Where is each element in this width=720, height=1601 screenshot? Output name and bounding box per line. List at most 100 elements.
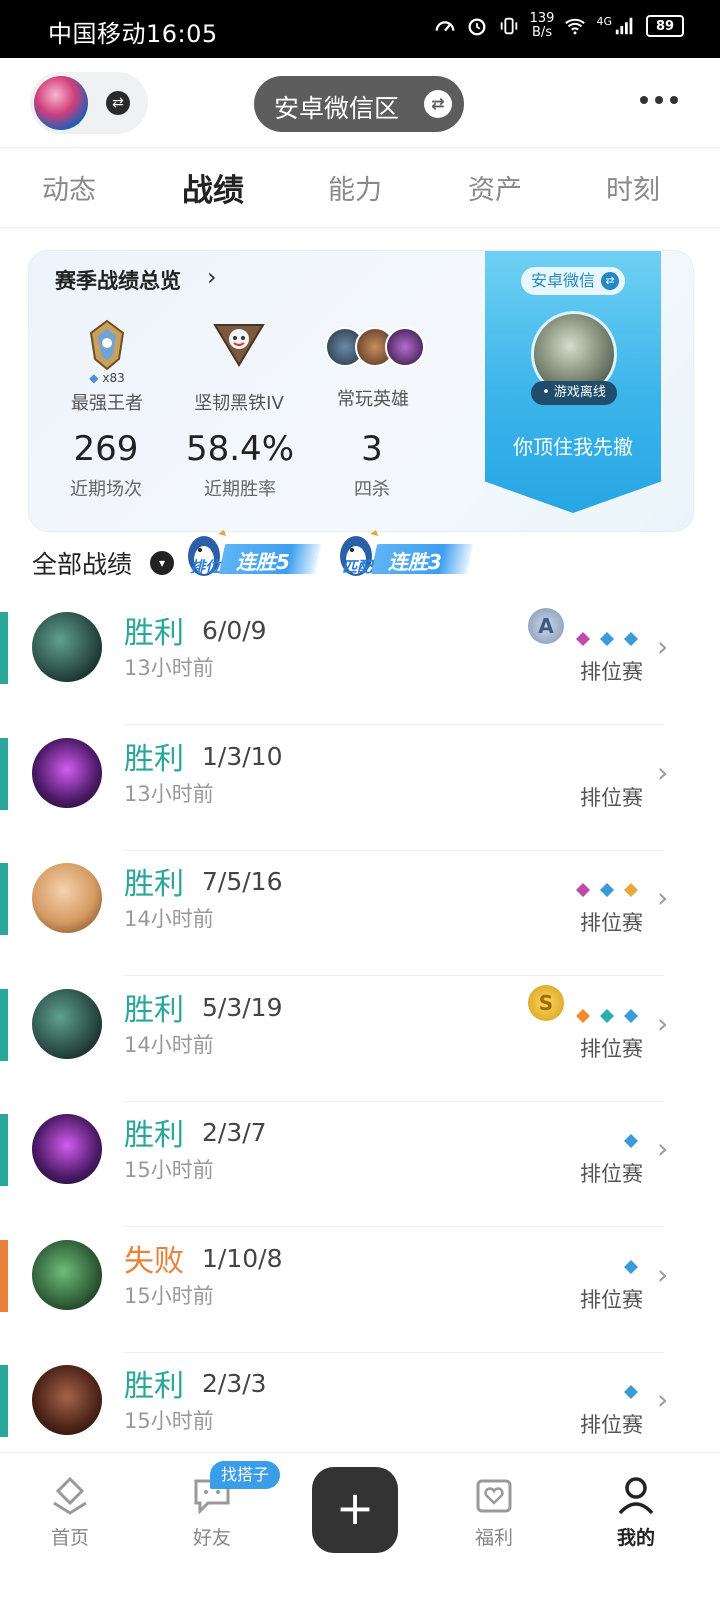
season-overview-card[interactable]: 赛季战绩总览 › ◆ x83 最强王者 坚韧黑铁IV 常玩英雄 269 近期场次 bbox=[28, 250, 694, 532]
match-tag-icons bbox=[622, 1132, 640, 1150]
match-tag-icons bbox=[622, 1258, 640, 1276]
rank-label: 坚韧黑铁IV bbox=[194, 393, 284, 414]
match-kda: 7/5/16 bbox=[202, 867, 283, 896]
match-tag-icons bbox=[574, 1007, 640, 1025]
speedometer-icon bbox=[435, 21, 455, 32]
more-dots-icon[interactable] bbox=[640, 88, 688, 112]
chevron-right-icon[interactable]: › bbox=[657, 756, 668, 789]
tab-assets[interactable]: 资产 bbox=[468, 168, 522, 207]
net-speed: 139 B/s bbox=[529, 11, 555, 40]
tab-ability[interactable]: 能力 bbox=[328, 168, 382, 207]
account-switcher[interactable]: ⇄ bbox=[30, 72, 148, 134]
match-tag-icon bbox=[600, 632, 614, 646]
rank-iron: 坚韧黑铁IV bbox=[179, 319, 299, 415]
match-row[interactable]: 胜利 2/3/7 15小时前 排位赛 › bbox=[0, 1102, 720, 1227]
nav-home[interactable]: 首页 bbox=[30, 1473, 110, 1550]
hero-avatar bbox=[32, 988, 102, 1059]
chevron-right-icon[interactable]: › bbox=[657, 630, 668, 663]
server-selector[interactable]: 安卓微信区 ⇄ bbox=[254, 76, 464, 132]
match-mode: 排位赛 bbox=[580, 1162, 643, 1186]
result-indicator bbox=[0, 737, 8, 810]
ranked-streak-badge: 排位 连胜5 bbox=[184, 528, 324, 578]
status-badge: • 游戏离线 bbox=[531, 381, 617, 405]
battery-icon: 89 bbox=[646, 15, 684, 37]
match-kda: 6/0/9 bbox=[202, 616, 267, 645]
chevron-right-icon[interactable]: › bbox=[657, 881, 668, 914]
result-indicator bbox=[0, 1114, 8, 1186]
chevron-right-icon[interactable]: › bbox=[657, 1007, 668, 1040]
home-icon bbox=[53, 1476, 87, 1515]
chevron-right-icon[interactable]: › bbox=[657, 1132, 668, 1165]
chevron-down-icon[interactable]: ▾ bbox=[150, 551, 174, 575]
swap-icon: ⇄ bbox=[601, 272, 619, 290]
stat-games: 269 近期场次 bbox=[70, 429, 142, 500]
match-row[interactable]: 胜利 1/3/10 13小时前 排位赛 › bbox=[0, 726, 720, 851]
match-tag-icon bbox=[576, 1008, 590, 1023]
avatar[interactable] bbox=[34, 76, 88, 130]
match-tag-icons bbox=[574, 881, 640, 899]
mvp-medal-icon: S bbox=[528, 984, 564, 1021]
player-banner[interactable]: 安卓微信 ⇄ • 游戏离线 你顶住我先撤 bbox=[485, 251, 661, 513]
rank-challenger: ◆ x83 最强王者 bbox=[47, 319, 167, 415]
chevron-right-icon[interactable]: › bbox=[207, 263, 217, 291]
tab-dynamic[interactable]: 动态 bbox=[42, 168, 96, 207]
match-tag-icon bbox=[624, 1385, 638, 1399]
match-row[interactable]: 胜利 7/5/16 14小时前 排位赛 › bbox=[0, 851, 720, 976]
find-partner-badge[interactable]: 找搭子 bbox=[210, 1461, 280, 1489]
match-time: 15小时前 bbox=[124, 1158, 214, 1182]
rank-sub: x83 bbox=[102, 371, 125, 385]
match-kda: 1/10/8 bbox=[202, 1243, 283, 1273]
match-tag-icon bbox=[624, 632, 638, 646]
match-tag-icon bbox=[624, 883, 638, 897]
swap-icon[interactable]: ⇄ bbox=[424, 90, 452, 118]
hero-avatar bbox=[32, 863, 102, 933]
swap-icon[interactable]: ⇄ bbox=[106, 91, 130, 115]
match-tag-icon bbox=[600, 883, 614, 897]
match-mode: 排位赛 bbox=[580, 660, 643, 684]
match-tag-icons bbox=[574, 630, 640, 648]
chevron-right-icon[interactable]: › bbox=[657, 1258, 668, 1291]
nav-me[interactable]: 我的 bbox=[596, 1473, 676, 1550]
wifi-icon bbox=[565, 18, 586, 35]
chevron-right-icon[interactable]: › bbox=[657, 1383, 668, 1416]
match-result: 胜利 bbox=[124, 741, 184, 777]
create-post-button[interactable]: + bbox=[312, 1467, 398, 1553]
match-kda: 2/3/3 bbox=[202, 1369, 267, 1398]
rank-label: 最强王者 bbox=[71, 393, 143, 414]
frequent-heroes[interactable]: 常玩英雄 bbox=[313, 319, 433, 411]
user-icon bbox=[618, 1477, 654, 1515]
signal-icon bbox=[615, 17, 633, 35]
match-time: 14小时前 bbox=[124, 907, 214, 931]
result-indicator bbox=[0, 1239, 8, 1312]
hero-avatar bbox=[32, 737, 102, 808]
all-records-filter[interactable]: 全部战绩 bbox=[32, 545, 132, 581]
mvp-medal-icon: A bbox=[528, 608, 564, 644]
hero-avatar bbox=[385, 327, 425, 367]
tab-moments[interactable]: 时刻 bbox=[606, 168, 660, 207]
stat-winrate: 58.4% 近期胜率 bbox=[185, 429, 294, 500]
season-title[interactable]: 赛季战绩总览 bbox=[55, 265, 181, 295]
server-label: 安卓微信区 bbox=[274, 94, 400, 123]
status-icons: 139 B/s 4G 89 bbox=[434, 12, 684, 40]
match-row[interactable]: 失败 1/10/8 15小时前 排位赛 › bbox=[0, 1228, 720, 1353]
match-time: 15小时前 bbox=[124, 1409, 214, 1433]
match-result: 胜利 bbox=[124, 616, 184, 651]
banner-server[interactable]: 安卓微信 ⇄ bbox=[521, 267, 625, 295]
match-kda: 2/3/7 bbox=[202, 1118, 267, 1147]
nav-welfare[interactable]: 福利 bbox=[454, 1473, 534, 1550]
player-name: 你顶住我先撤 bbox=[513, 435, 633, 459]
match-row[interactable]: 胜利 6/0/9 13小时前 A 排位赛 › bbox=[0, 600, 720, 725]
vibrate-icon bbox=[500, 17, 517, 35]
match-result: 胜利 bbox=[124, 1118, 184, 1153]
network-type: 4G bbox=[596, 14, 612, 28]
match-tag-icon bbox=[576, 632, 590, 646]
match-time: 15小时前 bbox=[124, 1283, 214, 1308]
rank-label: 常玩英雄 bbox=[337, 389, 409, 410]
match-tag-icon bbox=[600, 1008, 614, 1023]
match-row[interactable]: 胜利 5/3/19 14小时前 S 排位赛 › bbox=[0, 977, 720, 1102]
match-mode: 排位赛 bbox=[580, 911, 643, 935]
tab-records[interactable]: 战绩 bbox=[182, 165, 244, 210]
match-kda: 1/3/10 bbox=[202, 741, 283, 771]
match-tag-icon bbox=[576, 883, 590, 897]
match-tag-icons bbox=[622, 1383, 640, 1401]
